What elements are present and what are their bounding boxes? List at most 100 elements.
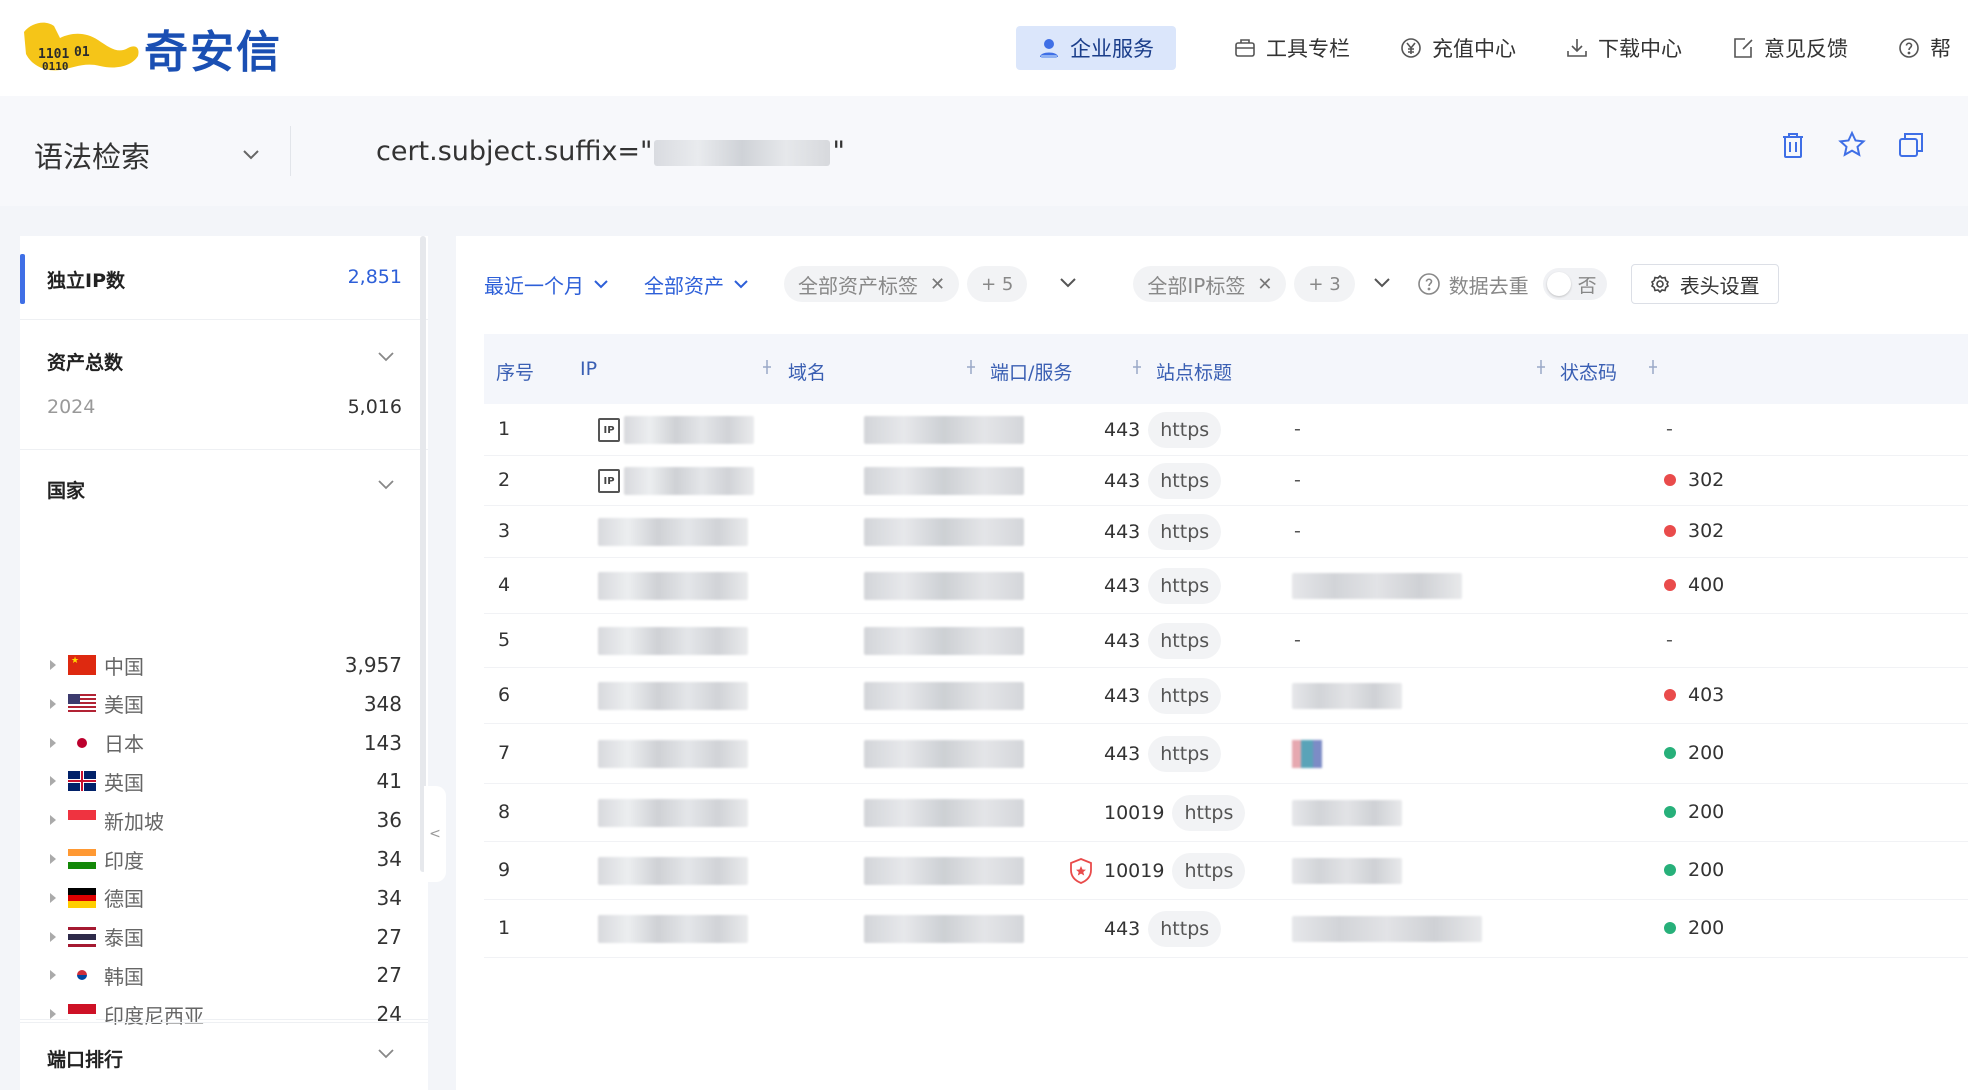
close-icon[interactable]: ✕ [1257, 274, 1272, 295]
time-range-select[interactable]: 最近一个月 [484, 270, 610, 299]
asset-tag-chip[interactable]: 全部资产标签 ✕ [784, 266, 960, 302]
star-icon[interactable] [1835, 128, 1869, 162]
expand-arrow-icon[interactable] [50, 660, 56, 670]
header-settings-button[interactable]: 表头设置 [1630, 264, 1779, 304]
service-tag[interactable]: https [1148, 463, 1222, 499]
site-title-redacted[interactable] [1292, 573, 1462, 599]
expand-arrow-icon[interactable] [50, 737, 56, 748]
expand-arrow-icon[interactable] [50, 892, 56, 903]
domain-redacted[interactable] [864, 572, 1024, 600]
help-circle-icon[interactable] [1417, 272, 1441, 296]
country-item[interactable]: 印度 34 [50, 844, 402, 874]
ip-address-redacted[interactable] [624, 416, 754, 444]
site-title-redacted[interactable] [1292, 916, 1482, 942]
brand-logo[interactable]: 1101 01 0110 奇安信 [20, 18, 282, 78]
domain-redacted[interactable] [864, 627, 1024, 655]
expand-arrow-icon[interactable] [50, 970, 56, 981]
search-query-input[interactable]: cert.subject.suffix=" " [376, 136, 845, 167]
ip-address-redacted[interactable] [598, 799, 748, 827]
ip-address-redacted[interactable] [598, 518, 748, 546]
site-title-redacted[interactable] [1292, 800, 1402, 826]
total-assets-row[interactable]: 2024 5,016 [47, 396, 402, 418]
col-port-service[interactable]: 端口/服务 [990, 358, 1072, 385]
column-resize-icon[interactable] [1534, 358, 1548, 376]
service-tag[interactable]: https [1172, 795, 1246, 831]
table-row[interactable]: 5 443 https - - [484, 614, 1968, 668]
service-tag[interactable]: https [1148, 568, 1222, 604]
country-item[interactable]: 新加坡 36 [50, 805, 402, 835]
ip-tag-chip[interactable]: 全部IP标签 ✕ [1133, 266, 1287, 302]
service-tag[interactable]: https [1148, 623, 1222, 659]
close-icon[interactable]: ✕ [930, 274, 945, 295]
expand-arrow-icon[interactable] [50, 815, 56, 826]
table-row[interactable]: 8 10019 https 200 [484, 784, 1968, 842]
ip-tag-more[interactable]: + 3 [1294, 266, 1355, 302]
expand-arrow-icon[interactable] [50, 698, 56, 709]
table-row[interactable]: 4 443 https 400 [484, 558, 1968, 614]
column-resize-icon[interactable] [1130, 358, 1144, 376]
column-resize-icon[interactable] [760, 358, 774, 376]
expand-arrow-icon[interactable] [50, 854, 56, 864]
service-tag[interactable]: https [1148, 911, 1222, 947]
expand-arrow-icon[interactable] [50, 931, 56, 942]
domain-redacted[interactable] [864, 682, 1024, 710]
country-item[interactable]: 日本 143 [50, 728, 402, 758]
table-row[interactable]: 6 443 https 403 [484, 668, 1968, 724]
expand-arrow-icon[interactable] [50, 1009, 56, 1020]
col-ip[interactable]: IP [580, 358, 597, 380]
site-title-redacted[interactable] [1292, 858, 1402, 884]
ip-address-redacted[interactable] [598, 572, 748, 600]
col-domain[interactable]: 域名 [788, 358, 826, 385]
country-item[interactable]: 泰国 27 [50, 922, 402, 952]
asset-scope-select[interactable]: 全部资产 [644, 270, 750, 299]
site-title-redacted[interactable] [1292, 683, 1402, 709]
domain-redacted[interactable] [864, 915, 1024, 943]
trash-icon[interactable] [1776, 128, 1810, 162]
service-tag[interactable]: https [1148, 736, 1222, 772]
country-item[interactable]: ★ 中国 3,957 [50, 650, 402, 680]
chevron-down-icon[interactable] [376, 1043, 396, 1067]
ip-address-redacted[interactable] [598, 857, 748, 885]
table-row[interactable]: 2 IP 443 https - 302 [484, 456, 1968, 506]
domain-redacted[interactable] [864, 518, 1024, 546]
ip-address-redacted[interactable] [598, 627, 748, 655]
nav-item-download[interactable]: 下载中心 [1564, 26, 1682, 70]
domain-redacted[interactable] [864, 799, 1024, 827]
column-resize-icon[interactable] [964, 358, 978, 376]
col-status-code[interactable]: 状态码 [1560, 358, 1617, 385]
domain-redacted[interactable] [864, 857, 1024, 885]
service-tag[interactable]: https [1172, 853, 1246, 889]
asset-tag-more[interactable]: + 5 [967, 266, 1028, 302]
domain-redacted[interactable] [864, 740, 1024, 768]
country-item[interactable]: 美国 348 [50, 689, 402, 719]
expand-arrow-icon[interactable] [50, 776, 56, 787]
table-row[interactable]: 1 443 https 200 [484, 900, 1968, 958]
country-item[interactable]: 德国 34 [50, 883, 402, 913]
table-row[interactable]: 3 443 https - 302 [484, 506, 1968, 558]
table-row[interactable]: 9 10019 https 200 [484, 842, 1968, 900]
nav-item-recharge[interactable]: 充值中心 [1398, 26, 1516, 70]
dedupe-toggle[interactable]: 否 [1542, 268, 1607, 300]
ip-address-redacted[interactable] [598, 740, 748, 768]
collapse-panel-button[interactable]: < [424, 786, 446, 882]
domain-redacted[interactable] [864, 467, 1024, 495]
unique-ip-stat[interactable]: 独立IP数 2,851 [20, 236, 428, 320]
search-mode-select[interactable]: 语法检索 [34, 134, 259, 176]
country-item[interactable]: 韩国 27 [50, 960, 402, 990]
chevron-down-icon[interactable] [376, 474, 396, 498]
service-tag[interactable]: https [1148, 412, 1222, 448]
nav-item-feedback[interactable]: 意见反馈 [1730, 26, 1848, 70]
nav-item-help[interactable]: 帮 [1896, 26, 1951, 70]
nav-item-tools[interactable]: 工具专栏 [1232, 26, 1350, 70]
left-panel-scrollbar[interactable] [420, 236, 426, 872]
ip-address-redacted[interactable] [598, 682, 748, 710]
country-item[interactable]: 英国 41 [50, 766, 402, 796]
table-row[interactable]: 1 IP 443 https - - [484, 404, 1968, 456]
col-site-title[interactable]: 站点标题 [1156, 358, 1232, 385]
service-tag[interactable]: https [1148, 514, 1222, 550]
chevron-down-icon[interactable] [1371, 271, 1393, 297]
service-tag[interactable]: https [1148, 678, 1222, 714]
domain-redacted[interactable] [864, 416, 1024, 444]
column-resize-icon[interactable] [1646, 358, 1660, 376]
chevron-down-icon[interactable] [376, 346, 396, 370]
